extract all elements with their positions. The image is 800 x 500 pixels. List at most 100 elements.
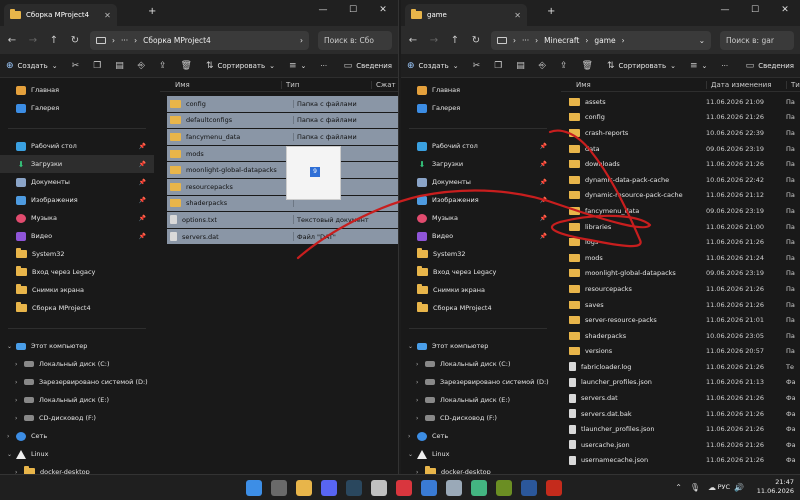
file-row[interactable]: servers.dat.bak 11.06.2026 21:26 Фа bbox=[561, 406, 800, 422]
app-circle-icon[interactable] bbox=[371, 480, 387, 496]
mic-icon[interactable]: 🎙 bbox=[690, 483, 700, 492]
close-tab-icon[interactable]: ✕ bbox=[514, 11, 521, 20]
sidebar-item-network[interactable]: › Сеть bbox=[0, 427, 154, 445]
column-size[interactable]: Сжат bbox=[371, 80, 396, 89]
breadcrumb-minecraft[interactable]: Minecraft bbox=[544, 36, 579, 45]
sidebar-item-drive-c[interactable]: › Локальный диск (C:) bbox=[401, 355, 555, 373]
file-row[interactable]: logs 11.06.2026 21:26 Па bbox=[561, 234, 800, 250]
chevron-right-icon[interactable]: › bbox=[15, 361, 17, 368]
view-button[interactable]: ≡ ⌄ bbox=[690, 61, 707, 71]
address-bar[interactable]: › ··· › Minecraft › game › ⌄ bbox=[491, 30, 711, 50]
details-button[interactable]: ▭ Сведения bbox=[746, 61, 794, 71]
view-button[interactable]: ≡ ⌄ bbox=[289, 61, 306, 71]
new-tab-button[interactable]: + bbox=[148, 6, 156, 17]
more-icon[interactable]: ··· bbox=[121, 36, 128, 45]
explorer-app-icon[interactable] bbox=[296, 480, 312, 496]
more-options-icon[interactable]: ··· bbox=[320, 62, 327, 70]
sidebar-item-desktop[interactable]: Рабочий стол 📌 bbox=[401, 137, 555, 155]
file-row[interactable]: mods 11.06.2026 21:24 Па bbox=[561, 250, 800, 266]
chevron-down-icon[interactable]: ⌄ bbox=[699, 36, 705, 45]
tab-active[interactable]: Сборка MProject4 ✕ bbox=[4, 4, 117, 26]
chevron-down-icon[interactable]: ⌄ bbox=[7, 451, 12, 458]
file-row[interactable]: libraries 11.06.2026 21:00 Па bbox=[561, 219, 800, 235]
sort-button[interactable]: ⇅ Сортировать ⌄ bbox=[206, 61, 275, 71]
sidebar-item-drive-c[interactable]: › Локальный диск (C:) bbox=[0, 355, 154, 373]
sidebar-item-downloads[interactable]: ⬇ Загрузки 📌 bbox=[401, 155, 555, 173]
file-row[interactable]: servers.dat Файл "DAT" bbox=[167, 228, 398, 245]
chevron-right-icon[interactable]: › bbox=[7, 433, 9, 440]
file-row[interactable]: fancymenu_data 09.06.2026 23:19 Па bbox=[561, 203, 800, 219]
share-icon[interactable]: ⇪ bbox=[560, 61, 568, 71]
sidebar-item-mproject4[interactable]: Сборка MProject4 bbox=[0, 299, 154, 317]
column-name[interactable]: Имя bbox=[561, 81, 706, 89]
address-bar[interactable]: › ··· › Сборка MProject4 › bbox=[90, 30, 309, 50]
file-row[interactable]: fancymenu_data Папка с файлами bbox=[167, 129, 398, 145]
sidebar-item-drive-d[interactable]: › Зарезервировано системой (D:) bbox=[401, 373, 555, 391]
sidebar-item-drive-d[interactable]: › Зарезервировано системой (D:) bbox=[0, 373, 154, 391]
more-options-icon[interactable]: ··· bbox=[721, 62, 728, 70]
sidebar-item-system32[interactable]: System32 bbox=[401, 245, 555, 263]
sidebar-item-documents[interactable]: Документы 📌 bbox=[401, 173, 555, 191]
column-date[interactable]: Дата изменения bbox=[706, 80, 786, 89]
discord-app-icon[interactable] bbox=[321, 480, 337, 496]
file-row[interactable]: crash-reports 10.06.2026 22:39 Па bbox=[561, 125, 800, 141]
close-button[interactable]: ✕ bbox=[770, 5, 800, 15]
chevron-right-icon[interactable]: › bbox=[416, 415, 418, 422]
breadcrumb-game[interactable]: game bbox=[594, 36, 615, 45]
sidebar-item-drive-e[interactable]: › Локальный диск (E:) bbox=[0, 391, 154, 409]
copy-icon[interactable]: ❐ bbox=[93, 61, 101, 71]
volume-icon[interactable]: 🔊 bbox=[734, 483, 744, 492]
column-name[interactable]: Имя bbox=[160, 81, 281, 89]
file-row[interactable]: moonlight-global-datapacks 09.06.2026 23:… bbox=[561, 266, 800, 282]
sidebar-item-video[interactable]: Видео 📌 bbox=[401, 227, 555, 245]
sidebar-item-documents[interactable]: Документы 📌 bbox=[0, 173, 154, 191]
chevron-right-icon[interactable]: › bbox=[416, 397, 418, 404]
sidebar-item-network[interactable]: › Сеть bbox=[401, 427, 555, 445]
file-row[interactable]: moonlight-global-datapacks bbox=[167, 162, 398, 178]
minimize-button[interactable]: — bbox=[308, 5, 338, 15]
sidebar-item-gallery[interactable]: Галерея bbox=[0, 99, 154, 117]
file-row[interactable]: versions 11.06.2026 20:57 Па bbox=[561, 344, 800, 360]
sidebar-item-this-pc[interactable]: ⌄ Этот компьютер bbox=[401, 337, 555, 355]
rename-icon[interactable]: ⎆ bbox=[539, 61, 546, 71]
language-indicator[interactable]: РУС bbox=[718, 483, 730, 491]
file-row[interactable]: assets 11.06.2026 21:09 Па bbox=[561, 94, 800, 110]
file-row[interactable]: options.txt Текстовый документ bbox=[167, 212, 398, 228]
sidebar-item-downloads[interactable]: ⬇ Загрузки 📌 bbox=[0, 155, 154, 173]
forward-icon[interactable]: → bbox=[428, 35, 440, 46]
file-row[interactable]: defaultconfigs Папка с файлами bbox=[167, 112, 398, 129]
sidebar-item-screenshots[interactable]: Снимки экрана bbox=[0, 281, 154, 299]
app-green-icon[interactable] bbox=[471, 480, 487, 496]
search-app-icon[interactable] bbox=[271, 480, 287, 496]
chevron-right-icon[interactable]: › bbox=[15, 397, 17, 404]
back-icon[interactable]: ← bbox=[407, 35, 419, 46]
file-row[interactable]: tlauncher_profiles.json 11.06.2026 21:26 Ф… bbox=[561, 421, 800, 437]
create-button[interactable]: ⊕ Создать ⌄ bbox=[407, 61, 459, 71]
rename-icon[interactable]: ⎆ bbox=[138, 61, 145, 71]
forward-icon[interactable]: → bbox=[27, 35, 39, 46]
chevron-right-icon[interactable]: › bbox=[408, 433, 410, 440]
file-row[interactable]: data 09.06.2026 23:19 Па bbox=[561, 141, 800, 157]
sidebar-item-music[interactable]: Музыка 📌 bbox=[0, 209, 154, 227]
up-icon[interactable]: ↑ bbox=[449, 35, 461, 46]
cut-icon[interactable]: ✂ bbox=[72, 61, 80, 71]
start-button-icon[interactable] bbox=[246, 480, 262, 496]
clock[interactable]: 21:47 11.06.2026 bbox=[757, 478, 794, 496]
sidebar-item-legacy[interactable]: Вход через Legacy bbox=[0, 263, 154, 281]
column-type[interactable]: Ти bbox=[786, 80, 800, 89]
chevron-right-icon[interactable]: › bbox=[416, 361, 418, 368]
chevron-up-icon[interactable]: ⌃ bbox=[675, 483, 682, 492]
search-input[interactable]: Поиск в: Сбо bbox=[318, 30, 392, 50]
file-row[interactable]: server-resource-packs 11.06.2026 21:01 Па bbox=[561, 312, 800, 328]
app-shield-icon[interactable] bbox=[421, 480, 437, 496]
delete-icon[interactable]: 🗑 bbox=[181, 61, 192, 71]
sidebar-item-desktop[interactable]: Рабочий стол 📌 bbox=[0, 137, 154, 155]
new-tab-button[interactable]: + bbox=[547, 6, 555, 17]
close-button[interactable]: ✕ bbox=[368, 5, 398, 15]
word-app-icon[interactable] bbox=[521, 480, 537, 496]
sort-button[interactable]: ⇅ Сортировать ⌄ bbox=[607, 61, 676, 71]
vivaldi-app-icon[interactable] bbox=[396, 480, 412, 496]
sidebar-item-docker[interactable]: › docker-desktop bbox=[0, 463, 154, 474]
chevron-down-icon[interactable]: ⌄ bbox=[408, 451, 413, 458]
minecraft-app-icon[interactable] bbox=[496, 480, 512, 496]
